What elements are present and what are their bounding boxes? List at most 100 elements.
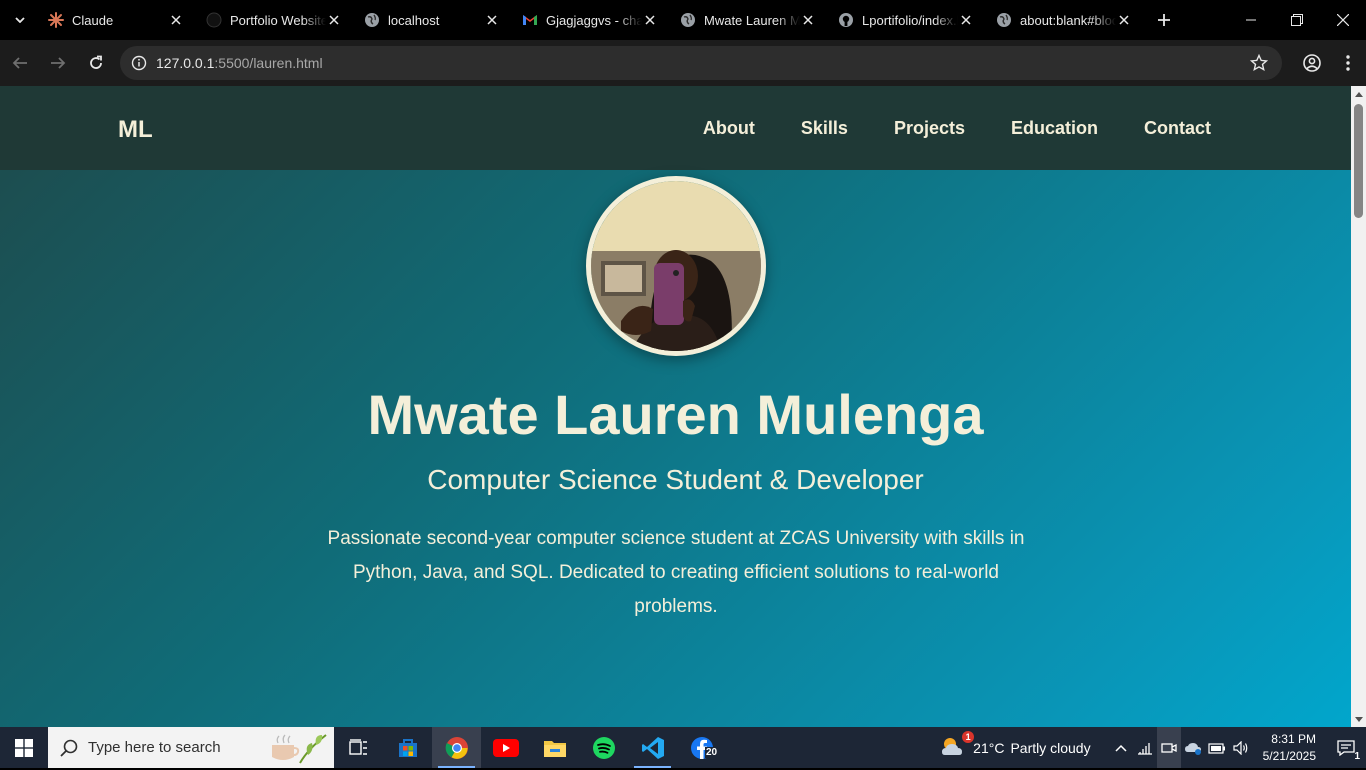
profile-icon xyxy=(1303,54,1321,72)
new-tab-button[interactable] xyxy=(1146,0,1182,40)
spotify-taskbar-button[interactable] xyxy=(579,727,628,768)
page-viewport: ML About Skills Projects Education Conta… xyxy=(0,86,1351,727)
scroll-up-arrow-icon[interactable] xyxy=(1354,89,1363,99)
browser-tab[interactable]: Lportifolio/index.html xyxy=(830,0,988,40)
browser-tab[interactable]: Gjagjaggvs - chat xyxy=(514,0,672,40)
nav-link-projects[interactable]: Projects xyxy=(894,118,965,139)
site-nav-links: About Skills Projects Education Contact xyxy=(657,118,1211,139)
hero-description: Passionate second-year computer science … xyxy=(327,528,1025,617)
windows-logo-icon xyxy=(15,738,33,757)
arrow-left-icon xyxy=(12,57,27,69)
youtube-taskbar-button[interactable] xyxy=(481,727,530,768)
clock-time: 8:31 PM xyxy=(1271,731,1316,746)
hero-name: Mwate Lauren Mulenga xyxy=(367,383,984,446)
browser-tab[interactable]: about:blank#blocked xyxy=(988,0,1146,40)
microsoft-store-button[interactable] xyxy=(383,727,432,768)
search-icon xyxy=(60,739,78,757)
toolbar-right xyxy=(1294,40,1366,86)
globe-icon xyxy=(364,12,380,28)
taskbar-clock[interactable]: 8:31 PM 5/21/2025 xyxy=(1263,731,1316,765)
gmail-icon xyxy=(522,12,538,28)
notification-count: 1 xyxy=(1354,751,1360,762)
notification-center-button[interactable]: 1 xyxy=(1326,727,1366,768)
tab-title: about:blank#blocked xyxy=(1020,12,1116,28)
reload-button[interactable] xyxy=(78,45,114,81)
restore-icon xyxy=(1291,14,1303,26)
chrome-taskbar-button[interactable] xyxy=(432,727,481,768)
close-tab-icon[interactable] xyxy=(1116,12,1132,28)
nav-link-education[interactable]: Education xyxy=(1011,118,1098,139)
site-navbar: ML About Skills Projects Education Conta… xyxy=(0,86,1351,170)
close-tab-icon[interactable] xyxy=(484,12,500,28)
url-path: :5500/lauren.html xyxy=(214,55,323,71)
network-icon[interactable] xyxy=(1133,727,1157,768)
claude-icon xyxy=(48,12,64,28)
browser-tab[interactable]: Claude xyxy=(40,0,198,40)
temperature-text: 21°C xyxy=(973,739,1005,756)
show-hidden-icons-button[interactable] xyxy=(1109,727,1133,768)
browser-tab[interactable]: localhost xyxy=(356,0,514,40)
info-icon[interactable] xyxy=(122,55,156,71)
onedrive-icon[interactable] xyxy=(1181,727,1205,768)
forward-button[interactable] xyxy=(40,45,76,81)
scroll-down-arrow-icon[interactable] xyxy=(1354,714,1363,724)
tab-title: localhost xyxy=(388,12,440,28)
arrow-right-icon xyxy=(51,57,66,69)
task-view-button[interactable] xyxy=(334,727,383,768)
browser-tab-active[interactable]: Mwate Lauren Mulenga xyxy=(672,0,830,40)
tab-search-button[interactable] xyxy=(0,0,40,40)
taskbar-search-box[interactable]: Type here to search xyxy=(48,727,334,768)
taskbar-search-placeholder: Type here to search xyxy=(88,739,221,756)
nav-link-skills[interactable]: Skills xyxy=(801,118,848,139)
close-tab-icon[interactable] xyxy=(642,12,658,28)
folder-icon xyxy=(543,740,566,757)
file-explorer-button[interactable] xyxy=(530,727,579,768)
url-host: 127.0.0.1 xyxy=(156,55,215,71)
github-dark-icon xyxy=(206,12,222,28)
restore-button[interactable] xyxy=(1274,0,1320,40)
scrollbar-thumb[interactable] xyxy=(1354,104,1363,218)
close-tab-icon[interactable] xyxy=(800,12,816,28)
minimize-button[interactable] xyxy=(1228,0,1274,40)
plus-icon xyxy=(1158,14,1170,26)
bookmark-star-icon[interactable] xyxy=(1249,53,1269,77)
globe-icon xyxy=(996,12,1012,28)
meet-now-icon[interactable] xyxy=(1156,727,1181,768)
back-button[interactable] xyxy=(2,45,38,81)
profile-button[interactable] xyxy=(1294,45,1330,81)
search-highlight-tea-icon xyxy=(268,731,330,770)
page-scrollbar[interactable] xyxy=(1351,86,1366,727)
window-controls xyxy=(1228,0,1366,40)
close-tab-icon[interactable] xyxy=(958,12,974,28)
browser-tab-strip: Claude Portfolio Website localhost Gjagj… xyxy=(0,0,1366,40)
browser-tab[interactable]: Portfolio Website xyxy=(198,0,356,40)
address-bar[interactable]: 127.0.0.1:5500/lauren.html xyxy=(120,46,1282,80)
windows-taskbar: Type here to search 20 1 21°C Partly clo… xyxy=(0,727,1366,768)
reload-icon xyxy=(90,55,102,69)
close-icon xyxy=(1337,14,1349,26)
close-window-button[interactable] xyxy=(1320,0,1366,40)
close-tab-icon[interactable] xyxy=(168,12,184,28)
facebook-taskbar-button[interactable]: 20 xyxy=(677,727,726,768)
battery-icon[interactable] xyxy=(1205,727,1229,768)
tab-title: Portfolio Website xyxy=(230,12,326,28)
url-text: 127.0.0.1:5500/lauren.html xyxy=(156,55,323,71)
start-button[interactable] xyxy=(0,727,48,768)
hero-subtitle: Computer Science Student & Developer xyxy=(427,464,924,495)
nav-link-contact[interactable]: Contact xyxy=(1144,118,1211,139)
spotify-icon xyxy=(592,736,615,759)
vscode-icon xyxy=(641,736,664,759)
tab-title: Mwate Lauren Mulenga xyxy=(704,12,800,28)
menu-button[interactable] xyxy=(1330,45,1366,81)
task-view-icon xyxy=(348,738,367,755)
vscode-taskbar-button[interactable] xyxy=(628,727,677,768)
close-tab-icon[interactable] xyxy=(326,12,342,28)
tab-title: Gjagjaggvs - chat xyxy=(546,12,642,28)
weather-widget[interactable]: 1 21°C Partly cloudy xyxy=(941,731,1091,760)
volume-icon[interactable] xyxy=(1229,727,1253,768)
nav-link-about[interactable]: About xyxy=(703,118,755,139)
github-icon xyxy=(838,12,854,28)
minimize-icon xyxy=(1246,19,1256,21)
profile-photo xyxy=(586,176,766,356)
site-logo[interactable]: ML xyxy=(118,116,153,144)
